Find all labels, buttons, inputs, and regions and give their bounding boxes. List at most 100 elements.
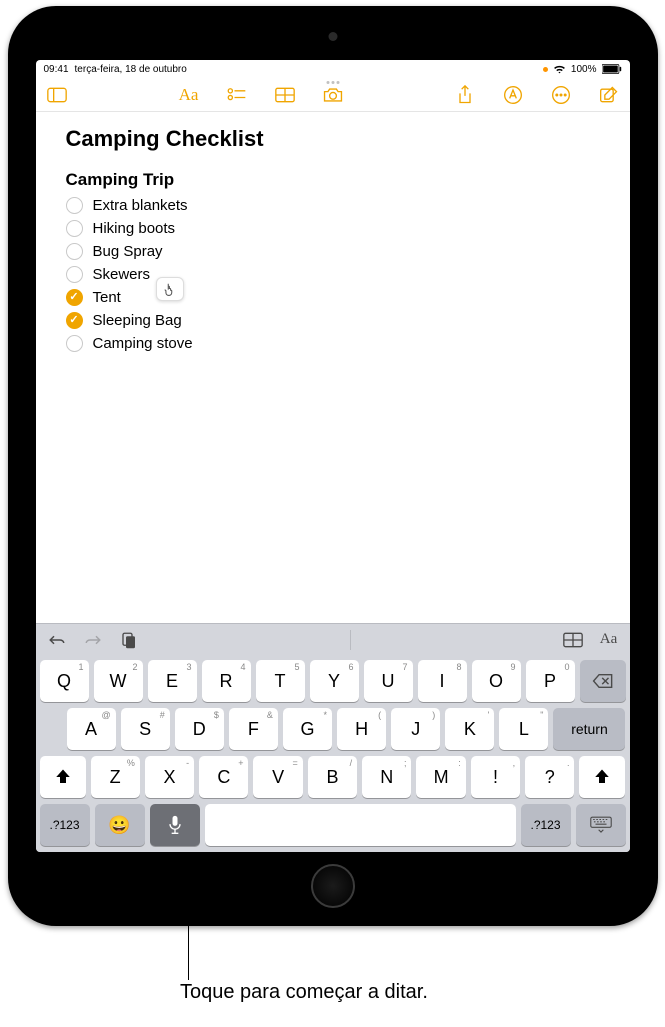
status-date: terça-feira, 18 de outubro — [75, 64, 187, 75]
key-s[interactable]: S# — [121, 708, 170, 750]
checklist-item-label: Hiking boots — [93, 220, 176, 237]
key-a[interactable]: A@ — [67, 708, 116, 750]
checklist-item[interactable]: Camping stove — [66, 332, 600, 355]
key-i[interactable]: I8 — [418, 660, 467, 702]
backspace-key[interactable] — [580, 660, 626, 702]
checklist-item[interactable]: Extra blankets — [66, 194, 600, 217]
checklist-item-label: Camping stove — [93, 335, 193, 352]
wifi-icon — [553, 64, 566, 74]
key-k[interactable]: K' — [445, 708, 494, 750]
key-l[interactable]: L" — [499, 708, 548, 750]
unchecked-circle-icon[interactable] — [66, 266, 83, 283]
key-sublabel: 5 — [294, 662, 299, 672]
key-sublabel: ; — [404, 758, 407, 768]
home-button[interactable] — [311, 864, 355, 908]
symbols-key[interactable]: .?123 — [40, 804, 90, 846]
key-b[interactable]: B/ — [308, 756, 357, 798]
key-sublabel: @ — [101, 710, 110, 720]
key-u[interactable]: U7 — [364, 660, 413, 702]
key-m[interactable]: M: — [416, 756, 465, 798]
note-title: Camping Checklist — [66, 126, 600, 152]
camera-button[interactable] — [322, 84, 344, 106]
return-key[interactable]: return — [553, 708, 625, 750]
paste-button[interactable] — [118, 629, 140, 651]
key-w[interactable]: W2 — [94, 660, 143, 702]
checklist-item[interactable]: Skewers — [66, 263, 600, 286]
key-sublabel: 8 — [456, 662, 461, 672]
key-sublabel: * — [324, 710, 328, 720]
battery-pct: 100% — [571, 64, 597, 75]
checklist-item[interactable]: Sleeping Bag — [66, 309, 600, 332]
shift-key[interactable] — [579, 756, 625, 798]
onscreen-keyboard: Q1W2E3R4T5Y6U7I8O9P0 A@S#D$F&G*H(J)K'L"r… — [36, 655, 630, 852]
key-sublabel: 7 — [402, 662, 407, 672]
emoji-key[interactable]: 😀 — [95, 804, 145, 846]
key-x[interactable]: X- — [145, 756, 194, 798]
caption-text: Toque para começar a ditar. — [180, 981, 428, 1004]
redo-button[interactable] — [82, 629, 104, 651]
key-r[interactable]: R4 — [202, 660, 251, 702]
checklist: Extra blankets Hiking boots Bug Spray Skewe… — [66, 194, 600, 355]
status-bar: 09:41 terça-feira, 18 de outubro 100% — [36, 60, 630, 78]
key-sublabel: 4 — [240, 662, 245, 672]
key-e[interactable]: E3 — [148, 660, 197, 702]
checklist-item[interactable]: Hiking boots — [66, 217, 600, 240]
key-p[interactable]: P0 — [526, 660, 575, 702]
key-sublabel: 0 — [564, 662, 569, 672]
checklist-item[interactable]: Bug Spray — [66, 240, 600, 263]
unchecked-circle-icon[interactable] — [66, 335, 83, 352]
unchecked-circle-icon[interactable] — [66, 197, 83, 214]
key-sublabel: 3 — [186, 662, 191, 672]
undo-button[interactable] — [46, 629, 68, 651]
dictation-key[interactable] — [150, 804, 200, 846]
unchecked-circle-icon[interactable] — [66, 243, 83, 260]
checklist-item[interactable]: Tent — [66, 286, 600, 309]
key-v[interactable]: V= — [253, 756, 302, 798]
key-sublabel: + — [238, 758, 243, 768]
key-o[interactable]: O9 — [472, 660, 521, 702]
checklist-item-label: Tent — [93, 289, 121, 306]
note-body[interactable]: Camping Checklist Camping Trip Extra bla… — [36, 112, 630, 623]
more-button[interactable] — [550, 84, 572, 106]
multitask-dots-icon[interactable] — [326, 81, 339, 84]
recording-indicator-icon — [543, 67, 548, 72]
shift-key[interactable] — [40, 756, 86, 798]
status-time: 09:41 — [44, 64, 69, 75]
key-d[interactable]: D$ — [175, 708, 224, 750]
key-z[interactable]: Z% — [91, 756, 140, 798]
sidebar-toggle-button[interactable] — [46, 84, 68, 106]
key-?[interactable]: ?. — [525, 756, 574, 798]
key-j[interactable]: J) — [391, 708, 440, 750]
checklist-item-label: Skewers — [93, 266, 151, 283]
compose-button[interactable] — [598, 84, 620, 106]
dismiss-keyboard-key[interactable] — [576, 804, 626, 846]
format-button[interactable]: Aa — [178, 84, 200, 106]
kb-format-button[interactable]: Aa — [598, 629, 620, 651]
key-y[interactable]: Y6 — [310, 660, 359, 702]
table-button[interactable] — [274, 84, 296, 106]
share-button[interactable] — [454, 84, 476, 106]
space-key[interactable] — [205, 804, 516, 846]
unchecked-circle-icon[interactable] — [66, 220, 83, 237]
key-q[interactable]: Q1 — [40, 660, 89, 702]
checklist-button[interactable] — [226, 84, 248, 106]
markup-button[interactable] — [502, 84, 524, 106]
checked-circle-icon[interactable] — [66, 289, 83, 306]
kb-table-button[interactable] — [562, 629, 584, 651]
checked-circle-icon[interactable] — [66, 312, 83, 329]
key-![interactable]: !, — [471, 756, 520, 798]
symbols-key-right[interactable]: .?123 — [521, 804, 571, 846]
key-t[interactable]: T5 — [256, 660, 305, 702]
key-sublabel: 1 — [78, 662, 83, 672]
battery-icon — [602, 64, 622, 74]
key-sublabel: = — [293, 758, 298, 768]
key-g[interactable]: G* — [283, 708, 332, 750]
key-sublabel: % — [127, 758, 135, 768]
key-n[interactable]: N; — [362, 756, 411, 798]
key-f[interactable]: F& — [229, 708, 278, 750]
key-sublabel: : — [458, 758, 461, 768]
note-subtitle: Camping Trip — [66, 170, 600, 190]
key-h[interactable]: H( — [337, 708, 386, 750]
caption: Toque para começar a ditar. — [0, 933, 665, 1004]
key-c[interactable]: C+ — [199, 756, 248, 798]
